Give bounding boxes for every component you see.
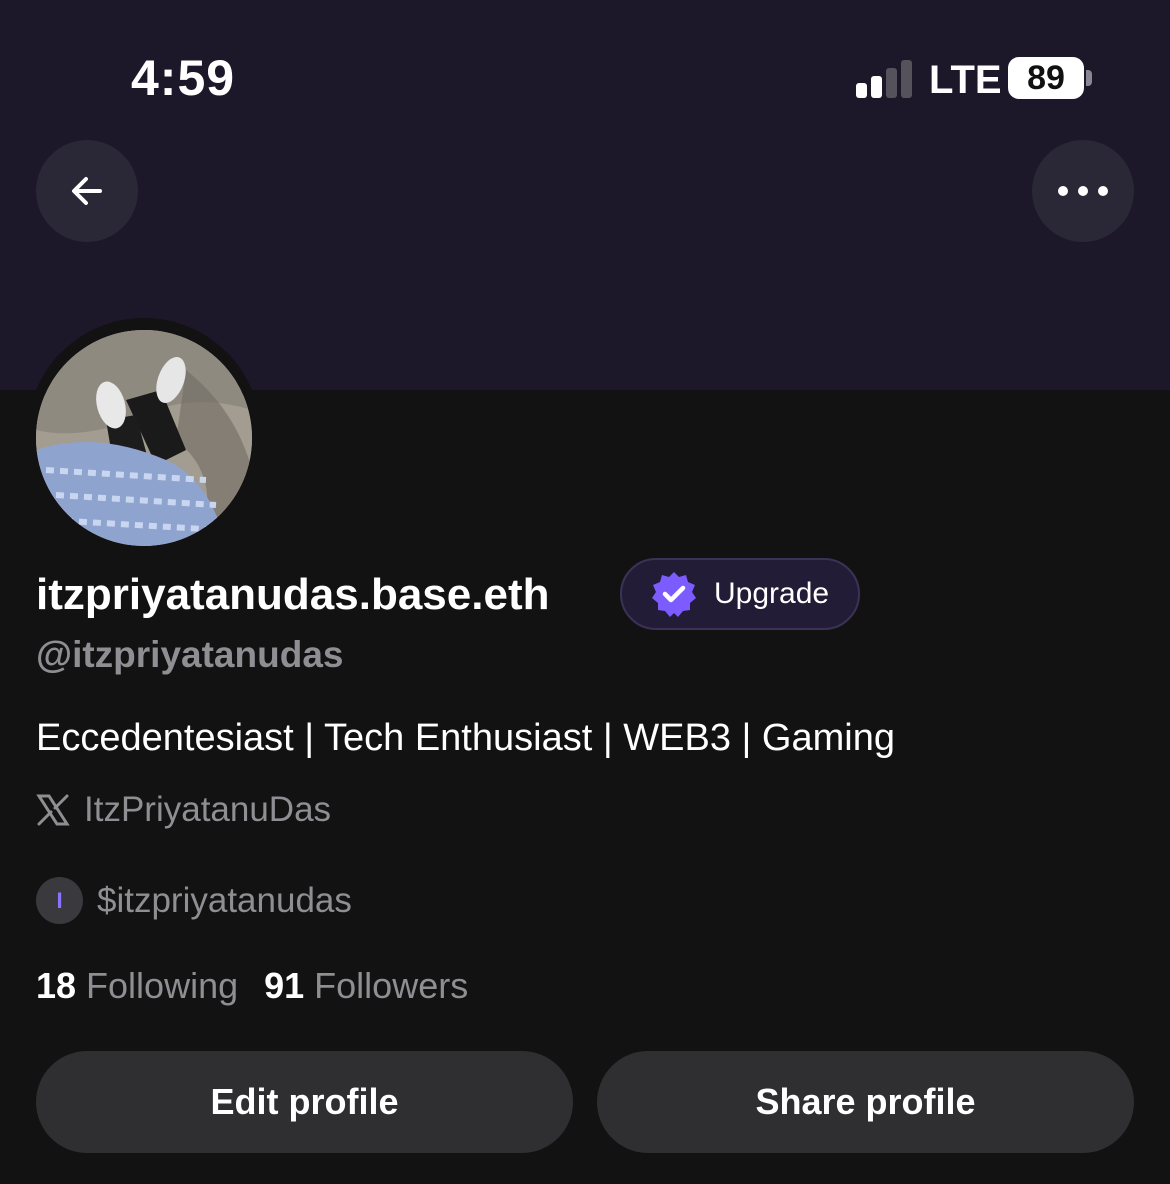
arrow-left-icon [72, 177, 102, 205]
upgrade-label: Upgrade [714, 577, 830, 610]
token-link[interactable]: I $itzpriyatanudas [36, 877, 352, 924]
status-time: 4:59 [131, 50, 236, 106]
followers-label: Followers [314, 965, 469, 1006]
more-options-button[interactable] [1032, 140, 1134, 242]
following-count: 18 [36, 965, 77, 1006]
share-profile-button[interactable]: Share profile [597, 1051, 1134, 1153]
follow-counts: 18 Following 91 Followers [36, 963, 468, 1009]
ellipsis-icon [1058, 186, 1108, 196]
network-type: LTE [929, 58, 1002, 102]
upgrade-button[interactable]: Upgrade [620, 558, 860, 630]
verified-badge-icon [652, 572, 696, 617]
avatar[interactable] [36, 330, 252, 546]
battery-icon: 89 [1008, 57, 1084, 99]
followers-count: 91 [264, 965, 305, 1006]
battery-tip [1086, 70, 1092, 86]
x-account-link[interactable]: ItzPriyatanuDas [36, 788, 331, 832]
signal-icon [856, 58, 916, 98]
bio: Eccedentesiast | Tech Enthusiast | WEB3 … [36, 717, 895, 759]
back-button[interactable] [36, 140, 138, 242]
token-icon: I [36, 877, 83, 924]
username: @itzpriyatanudas [36, 634, 344, 675]
followers-link[interactable]: 91 Followers [264, 965, 468, 1006]
display-name: itzpriyatanudas.base.eth [36, 570, 550, 619]
x-handle: ItzPriyatanuDas [84, 790, 332, 829]
token-symbol: $itzpriyatanudas [97, 880, 352, 920]
token-letter: I [56, 887, 63, 913]
edit-profile-button[interactable]: Edit profile [36, 1051, 573, 1153]
following-link[interactable]: 18 Following [36, 965, 238, 1006]
following-label: Following [86, 965, 239, 1006]
x-logo-icon [36, 794, 70, 826]
avatar-photo [36, 330, 252, 546]
